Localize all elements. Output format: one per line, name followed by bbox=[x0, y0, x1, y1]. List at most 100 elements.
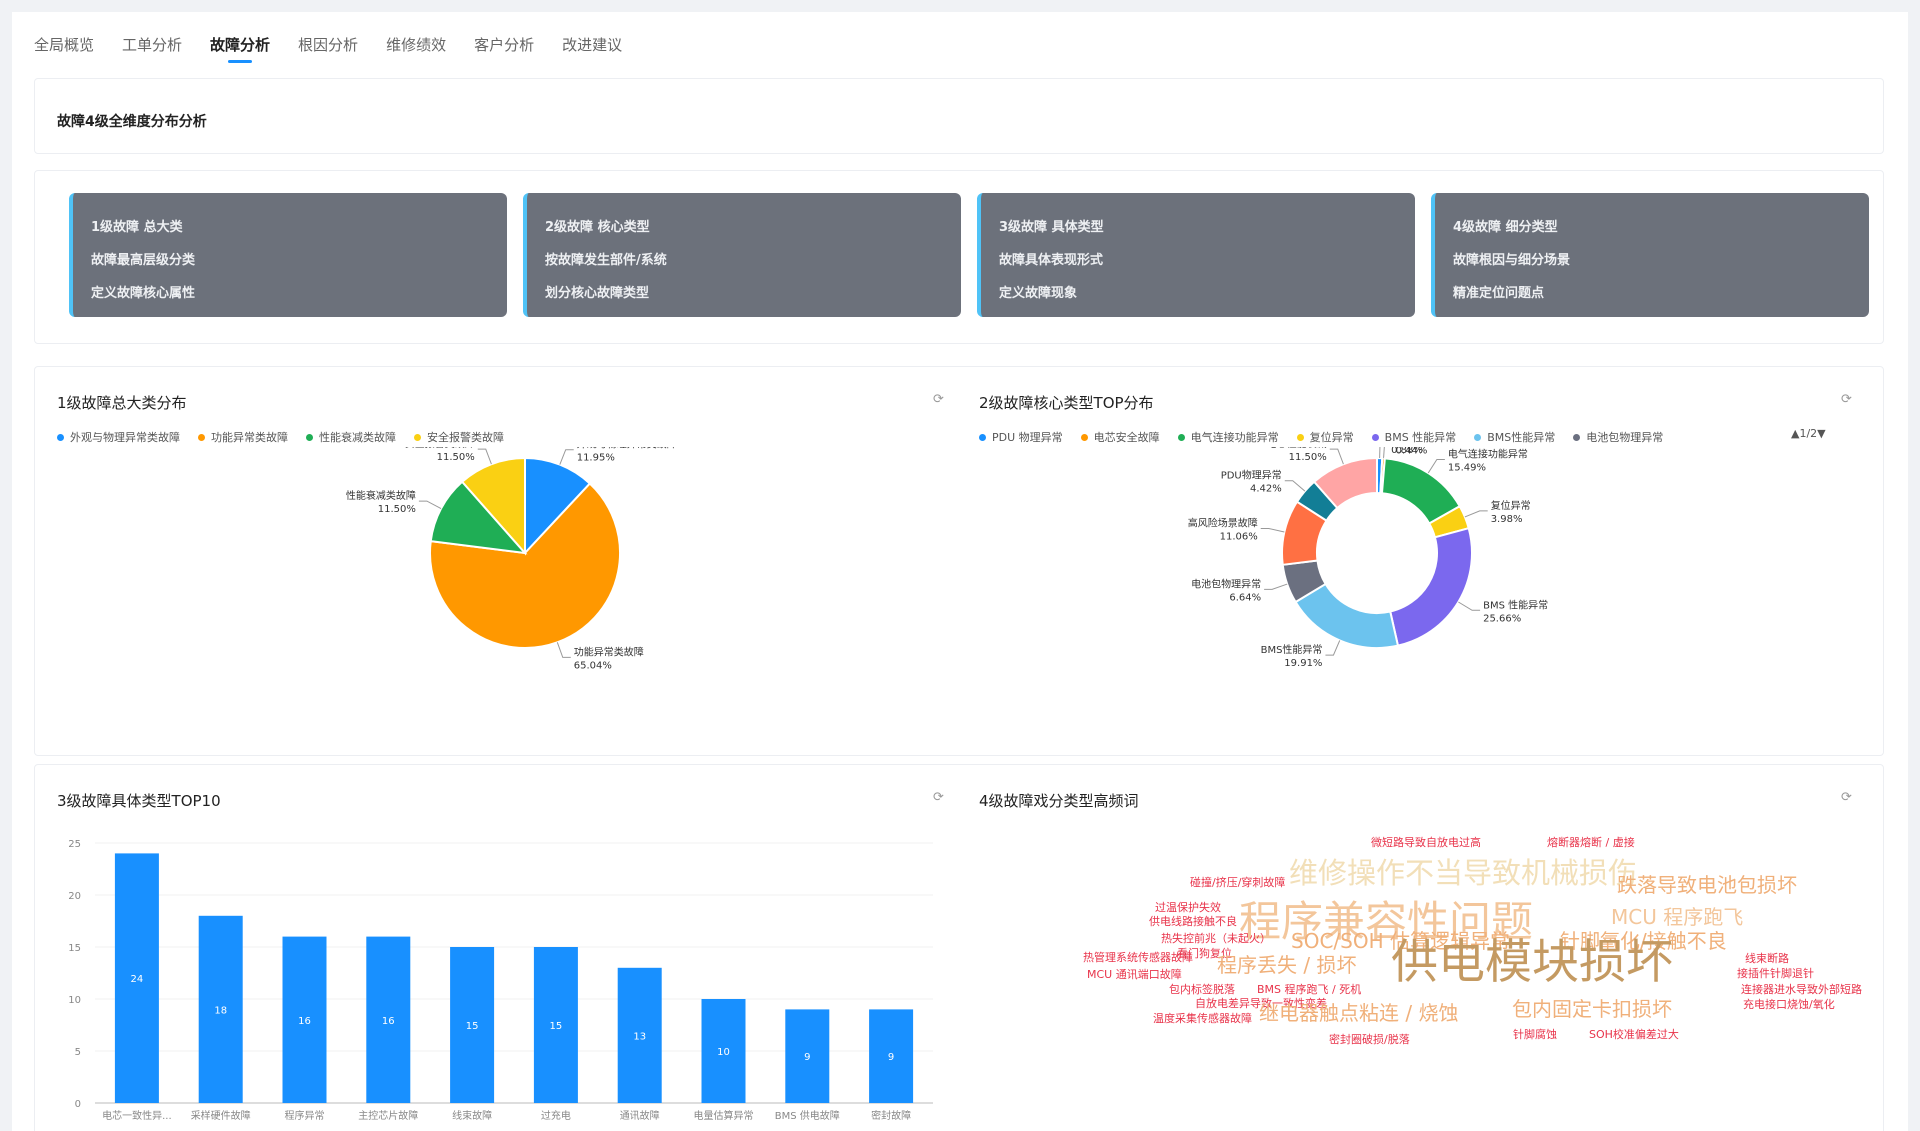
level-1-line3: 定义故障核心属性 bbox=[91, 286, 196, 301]
legend-dot bbox=[414, 433, 421, 441]
label-leader-line bbox=[418, 500, 442, 509]
word-cloud-term[interactable]: 维修操作不当导致机械损伤 bbox=[1289, 859, 1637, 888]
chart1-refresh-icon[interactable]: ⟳ bbox=[933, 392, 944, 407]
word-cloud-term[interactable]: 碰撞/挤压/穿刺故障 bbox=[1190, 877, 1285, 888]
slice-value-label: 11.50% bbox=[437, 452, 475, 463]
chart1-legend-item[interactable]: 功能异常类故障 bbox=[198, 429, 288, 445]
word-cloud-term[interactable]: SOH校准偏差过大 bbox=[1589, 1029, 1679, 1040]
chart3-bar: 0 5 10 15 20 25 24 电芯一致性异... 18 采样硬件故障 16 程序异常 16 主控芯… bbox=[68, 839, 933, 1122]
tab-fault-analysis[interactable]: 故障分析 bbox=[210, 22, 270, 63]
legend-label: 外观与物理异常类故障 bbox=[70, 431, 180, 444]
word-cloud-term[interactable]: 供电线路接触不良 bbox=[1149, 916, 1237, 927]
legend-dot bbox=[1080, 433, 1088, 441]
chart1-legend-item[interactable]: 性能衰减类故障 bbox=[306, 429, 396, 445]
label-leader-line bbox=[1329, 448, 1344, 465]
chart2-refresh-icon[interactable]: ⟳ bbox=[1841, 392, 1852, 407]
word-cloud-term[interactable]: BMS 程序跑飞 / 死机 bbox=[1257, 984, 1361, 995]
word-cloud-term[interactable]: 密封圈破损/脱落 bbox=[1329, 1034, 1410, 1045]
slice-value-label: 19.91% bbox=[1284, 658, 1322, 669]
charts-row-2: 3级故障具体类型TOP10 ⟳ 0 5 10 15 20 25 24 电芯一致性异... 18 采… bbox=[34, 764, 1884, 1131]
slice-value-label: 11.95% bbox=[577, 453, 615, 464]
slice-label: 高风险场景故障 bbox=[1188, 516, 1258, 529]
bar-value-label: 13 bbox=[633, 1031, 646, 1042]
x-tick-label: 电量估算异常 bbox=[694, 1109, 754, 1122]
chart1-pie: 外观与物理异常类故障 11.95% 功能异常类故障 65.04% 性能衰减类故障 11.5… bbox=[346, 447, 677, 671]
level-1-line2: 故障最高层级分类 bbox=[91, 253, 196, 268]
word-cloud-term[interactable]: 接插件针脚退针 bbox=[1737, 968, 1814, 979]
word-cloud-term[interactable]: 程序丢失 / 损坏 bbox=[1217, 955, 1356, 975]
word-cloud-term[interactable]: 连接器进水导致外部短路 bbox=[1741, 984, 1862, 995]
word-cloud-term[interactable]: 包内固定卡扣损坏 bbox=[1512, 999, 1672, 1019]
word-cloud-term[interactable]: MCU 通讯端口故障 bbox=[1087, 969, 1182, 980]
chart2-legend-pager[interactable]: ▲1/2▼ bbox=[1791, 427, 1826, 440]
tab-repair-performance[interactable]: 维修绩效 bbox=[386, 22, 446, 62]
word-cloud-term[interactable]: 热失控前兆（未起火） bbox=[1161, 933, 1271, 944]
chart2-legend-item[interactable]: 复位异常 bbox=[1296, 429, 1354, 445]
chart1-legend-item[interactable]: 外观与物理异常类故障 bbox=[57, 429, 180, 445]
label-leader-line bbox=[1264, 583, 1288, 590]
tab-root-cause[interactable]: 根因分析 bbox=[298, 22, 358, 62]
word-cloud-term[interactable]: 微短路导致自放电过高 bbox=[1371, 837, 1481, 848]
tab-improvement[interactable]: 改进建议 bbox=[562, 22, 622, 62]
level-4-line3: 精准定位问题点 bbox=[1453, 286, 1545, 301]
word-cloud-term[interactable]: 针脚腐蚀 bbox=[1513, 1029, 1557, 1040]
word-cloud-term[interactable]: 跌落导致电池包损坏 bbox=[1617, 875, 1797, 895]
chart1-legend-item[interactable]: 安全报警类故障 bbox=[414, 429, 504, 445]
word-cloud-term[interactable]: 供电模块损坏 bbox=[1391, 939, 1673, 986]
legend-label: 复位异常 bbox=[1309, 431, 1354, 444]
tab-overview[interactable]: 全局概览 bbox=[34, 22, 94, 62]
x-tick-label: 主控芯片故障 bbox=[358, 1109, 418, 1122]
word-cloud-term[interactable]: MCU 程序跑飞 bbox=[1611, 907, 1743, 927]
legend-label: 电池包物理异常 bbox=[1586, 431, 1664, 444]
slice-label: 电气连接功能异常 bbox=[1448, 448, 1528, 461]
tab-customer[interactable]: 客户分析 bbox=[474, 22, 534, 62]
word-cloud-term[interactable]: 包内标签脱落 bbox=[1169, 984, 1235, 995]
tab-work-orders[interactable]: 工单分析 bbox=[122, 22, 182, 62]
x-tick-label: BMS 供电故障 bbox=[775, 1109, 840, 1122]
slice-label: 电芯性能衰减 bbox=[1267, 447, 1327, 450]
legend-label: 性能衰减类故障 bbox=[319, 431, 396, 444]
x-tick-label: 过充电 bbox=[541, 1109, 571, 1122]
charts-row-1: 1级故障总大类分布 外观与物理异常类故障 功能异常类故障 性能衰减类故障 安全报… bbox=[34, 366, 1884, 756]
chart4-title: 4级故障戏分类型高频词 bbox=[979, 792, 1139, 810]
chart2-legend-item[interactable]: 电芯安全故障 bbox=[1080, 429, 1160, 445]
level-3-line2: 故障具体表现形式 bbox=[999, 253, 1104, 268]
word-cloud-term[interactable]: 过温保护失效 bbox=[1155, 902, 1221, 913]
level-1-title: 1级故障 总大类 bbox=[91, 220, 183, 235]
chart4-refresh-icon[interactable]: ⟳ bbox=[1841, 790, 1852, 805]
label-leader-line bbox=[559, 449, 574, 465]
word-cloud-term[interactable]: 充电接口烧蚀/氧化 bbox=[1743, 999, 1835, 1010]
slice-value-label: 0.44% bbox=[1396, 447, 1428, 456]
slice-value-label: 11.06% bbox=[1220, 531, 1258, 542]
level-4-title: 4级故障 细分类型 bbox=[1453, 220, 1558, 235]
word-cloud-term[interactable]: 熔断器熔断 / 虚接 bbox=[1547, 837, 1635, 848]
label-leader-line bbox=[556, 642, 571, 658]
chart2-legend-item[interactable]: BMS性能异常 bbox=[1474, 429, 1555, 445]
word-cloud-term[interactable]: 继电器触点粘连 / 烧蚀 bbox=[1259, 1003, 1458, 1023]
word-cloud-term[interactable]: 线束断路 bbox=[1745, 953, 1789, 964]
label-leader-line bbox=[1464, 510, 1488, 518]
pie-slice[interactable] bbox=[1389, 526, 1473, 647]
chart2-legend-item[interactable]: BMS 性能异常 bbox=[1371, 429, 1456, 445]
word-cloud-term[interactable]: 温度采集传感器故障 bbox=[1153, 1013, 1252, 1024]
x-tick-label: 线束故障 bbox=[452, 1109, 492, 1122]
level-2-line2: 按故障发生部件/系统 bbox=[545, 253, 667, 268]
slice-label: 外观与物理异常类故障 bbox=[577, 447, 677, 451]
slice-label: BMS性能异常 bbox=[1261, 643, 1323, 656]
chart2-legend-item[interactable]: 电气连接功能异常 bbox=[1177, 429, 1279, 445]
chart3-refresh-icon[interactable]: ⟳ bbox=[933, 790, 944, 805]
word-cloud-term[interactable]: 热管理系统传感器故障 bbox=[1083, 952, 1193, 963]
legend-label: PDU 物理异常 bbox=[992, 431, 1063, 444]
x-tick-label: 采样硬件故障 bbox=[191, 1109, 251, 1122]
level-3-title: 3级故障 具体类型 bbox=[999, 220, 1104, 235]
bar-value-label: 9 bbox=[888, 1052, 894, 1063]
legend-label: 电气连接功能异常 bbox=[1190, 431, 1279, 444]
level-2-box: 2级故障 核心类型 按故障发生部件/系统 划分核心故障类型 bbox=[523, 193, 961, 317]
chart4-wordcloud: 微短路导致自放电过高 熔断器熔断 / 虚接维修操作不当导致机械损伤 碰撞/挤压/穿刺… bbox=[965, 825, 1885, 1131]
x-tick-label: 程序异常 bbox=[285, 1109, 325, 1122]
slice-value-label: 3.98% bbox=[1491, 514, 1523, 525]
chart2-legend-item[interactable]: 电池包物理异常 bbox=[1573, 429, 1663, 445]
bar-value-label: 24 bbox=[131, 974, 144, 985]
chart2-legend-item[interactable]: PDU 物理异常 bbox=[979, 429, 1063, 445]
legend-label: 电芯安全故障 bbox=[1093, 431, 1160, 444]
